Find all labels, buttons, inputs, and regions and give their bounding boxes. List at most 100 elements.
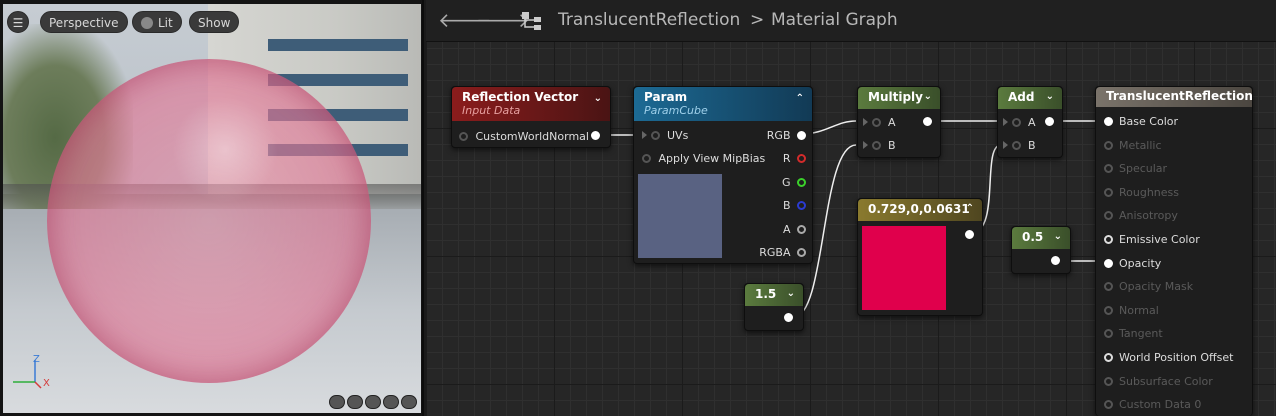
- chevron-down-icon[interactable]: ⌄: [924, 91, 932, 102]
- pin-row: RGBA: [759, 246, 806, 259]
- output-pin[interactable]: [923, 117, 932, 126]
- result-input-row: Emissive Color: [1104, 233, 1200, 246]
- output-pin[interactable]: [591, 131, 600, 140]
- output-pin[interactable]: [797, 178, 806, 187]
- constant-header[interactable]: 0.5 ⌄: [1012, 227, 1070, 249]
- node-subtitle: ParamCube: [644, 104, 708, 117]
- chevron-down-icon[interactable]: ⌄: [594, 93, 602, 104]
- input-pin[interactable]: [1104, 211, 1113, 221]
- pin-label: Apply View MipBias: [658, 152, 766, 165]
- input-pin[interactable]: [871, 141, 881, 150]
- result-input-row: Roughness: [1104, 186, 1179, 199]
- pin-label: B: [782, 199, 791, 212]
- sphere-shape-icon[interactable]: [347, 395, 363, 409]
- multiply-header[interactable]: Multiply ⌄: [858, 87, 940, 109]
- input-pin[interactable]: [871, 118, 881, 127]
- pin-label: Opacity: [1119, 256, 1162, 270]
- input-pin[interactable]: [1104, 164, 1113, 174]
- constant-value: 0.5: [1022, 230, 1044, 244]
- constant-value: 1.5: [755, 287, 777, 301]
- input-pin[interactable]: [1003, 141, 1008, 149]
- input-pin[interactable]: [650, 131, 660, 140]
- pin-label: Opacity Mask: [1119, 280, 1194, 294]
- output-pin[interactable]: [1051, 256, 1060, 265]
- pin-row: B: [863, 139, 896, 152]
- output-pin[interactable]: [784, 313, 793, 322]
- output-pin[interactable]: [965, 230, 974, 239]
- graph-hierarchy-icon[interactable]: [521, 11, 543, 31]
- reflection-vector-node[interactable]: Reflection Vector Input Data ⌄ CustomWor…: [451, 86, 611, 148]
- param-cube-node[interactable]: Param ParamCube ⌃ UVs Apply View MipBias…: [633, 86, 813, 264]
- reflection-vector-header[interactable]: Reflection Vector Input Data ⌄: [452, 87, 610, 121]
- lit-button[interactable]: Lit: [132, 11, 182, 33]
- material-graph-panel[interactable]: 🡐 🡒 TranslucentReflection > Material Gra…: [426, 0, 1276, 416]
- output-pin[interactable]: [797, 131, 806, 140]
- show-button[interactable]: Show: [189, 11, 240, 33]
- perspective-button[interactable]: Perspective: [40, 11, 128, 33]
- multiply-node[interactable]: Multiply ⌄ A B: [857, 86, 941, 158]
- mesh-shape-icon[interactable]: [401, 395, 417, 409]
- input-pin[interactable]: [1104, 353, 1113, 362]
- output-pin[interactable]: [797, 201, 806, 210]
- pin-label: Metallic: [1119, 138, 1162, 152]
- input-pin[interactable]: [1104, 187, 1113, 197]
- result-input-row: Tangent: [1104, 327, 1163, 340]
- chevron-down-icon[interactable]: ⌄: [787, 288, 795, 299]
- pin-row: B: [1003, 139, 1036, 152]
- input-pin[interactable]: [1011, 141, 1021, 150]
- chevron-down-icon[interactable]: ⌄: [1054, 231, 1062, 242]
- result-input-row: Subsurface Color: [1104, 375, 1213, 388]
- result-header[interactable]: TranslucentReflection: [1096, 87, 1253, 107]
- node-title: Add: [1008, 90, 1035, 104]
- lit-label: Lit: [158, 16, 173, 30]
- chevron-up-icon[interactable]: ⌃: [796, 93, 804, 104]
- constant-header[interactable]: 1.5 ⌄: [745, 284, 803, 306]
- node-subtitle: Input Data: [462, 104, 521, 117]
- input-pin[interactable]: [863, 118, 868, 126]
- add-header[interactable]: Add ⌄: [998, 87, 1062, 109]
- plane-shape-icon[interactable]: [365, 395, 381, 409]
- viewport-panel[interactable]: ☰ Perspective Lit Show Z X: [0, 0, 424, 416]
- color-constant-header[interactable]: 0.729,0,0.0631 ⌃: [858, 199, 982, 221]
- input-pin[interactable]: [1104, 235, 1113, 244]
- color-swatch: [862, 226, 946, 310]
- input-pin[interactable]: [1104, 258, 1113, 268]
- input-pin[interactable]: [1104, 117, 1113, 126]
- cylinder-shape-icon[interactable]: [329, 395, 345, 409]
- breadcrumb-page[interactable]: Material Graph: [771, 10, 898, 30]
- viewport-scene[interactable]: ☰ Perspective Lit Show Z X: [3, 4, 421, 413]
- breadcrumb-asset[interactable]: TranslucentReflection: [558, 10, 740, 30]
- input-pin[interactable]: [1104, 329, 1113, 339]
- constant-1-5-node[interactable]: 1.5 ⌄: [744, 283, 804, 331]
- pin-label: Tangent: [1119, 327, 1163, 341]
- param-header[interactable]: Param ParamCube ⌃: [634, 87, 812, 121]
- input-pin[interactable]: [459, 132, 468, 141]
- viewport-menu-button[interactable]: ☰: [7, 11, 29, 33]
- chevron-down-icon[interactable]: ⌄: [1046, 91, 1054, 102]
- input-pin[interactable]: [1104, 305, 1113, 315]
- pin-label: R: [782, 152, 791, 165]
- result-input-row: Opacity: [1104, 257, 1161, 270]
- chevron-up-icon[interactable]: ⌃: [966, 203, 974, 214]
- pin-label: Normal: [1119, 303, 1159, 317]
- output-pin[interactable]: [797, 225, 806, 234]
- input-pin[interactable]: [1011, 118, 1021, 127]
- input-pin[interactable]: [1003, 118, 1008, 126]
- output-pin[interactable]: [797, 154, 806, 163]
- output-pin[interactable]: [1045, 117, 1054, 126]
- node-title: Multiply: [868, 90, 923, 104]
- material-result-node[interactable]: TranslucentReflection Base Color Metallic…: [1095, 86, 1253, 416]
- input-pin[interactable]: [1104, 282, 1113, 292]
- pin-label: A: [888, 116, 896, 129]
- output-pin[interactable]: [797, 248, 806, 257]
- input-pin[interactable]: [1104, 140, 1113, 150]
- input-pin[interactable]: [642, 154, 651, 163]
- input-pin[interactable]: [1104, 400, 1113, 410]
- input-pin[interactable]: [863, 141, 868, 149]
- input-pin[interactable]: [1104, 376, 1113, 386]
- color-constant-node[interactable]: 0.729,0,0.0631 ⌃: [857, 198, 983, 316]
- constant-0-5-node[interactable]: 0.5 ⌄: [1011, 226, 1071, 274]
- cube-shape-icon[interactable]: [383, 395, 399, 409]
- input-pin[interactable]: [642, 131, 647, 139]
- add-node[interactable]: Add ⌄ A B: [997, 86, 1063, 158]
